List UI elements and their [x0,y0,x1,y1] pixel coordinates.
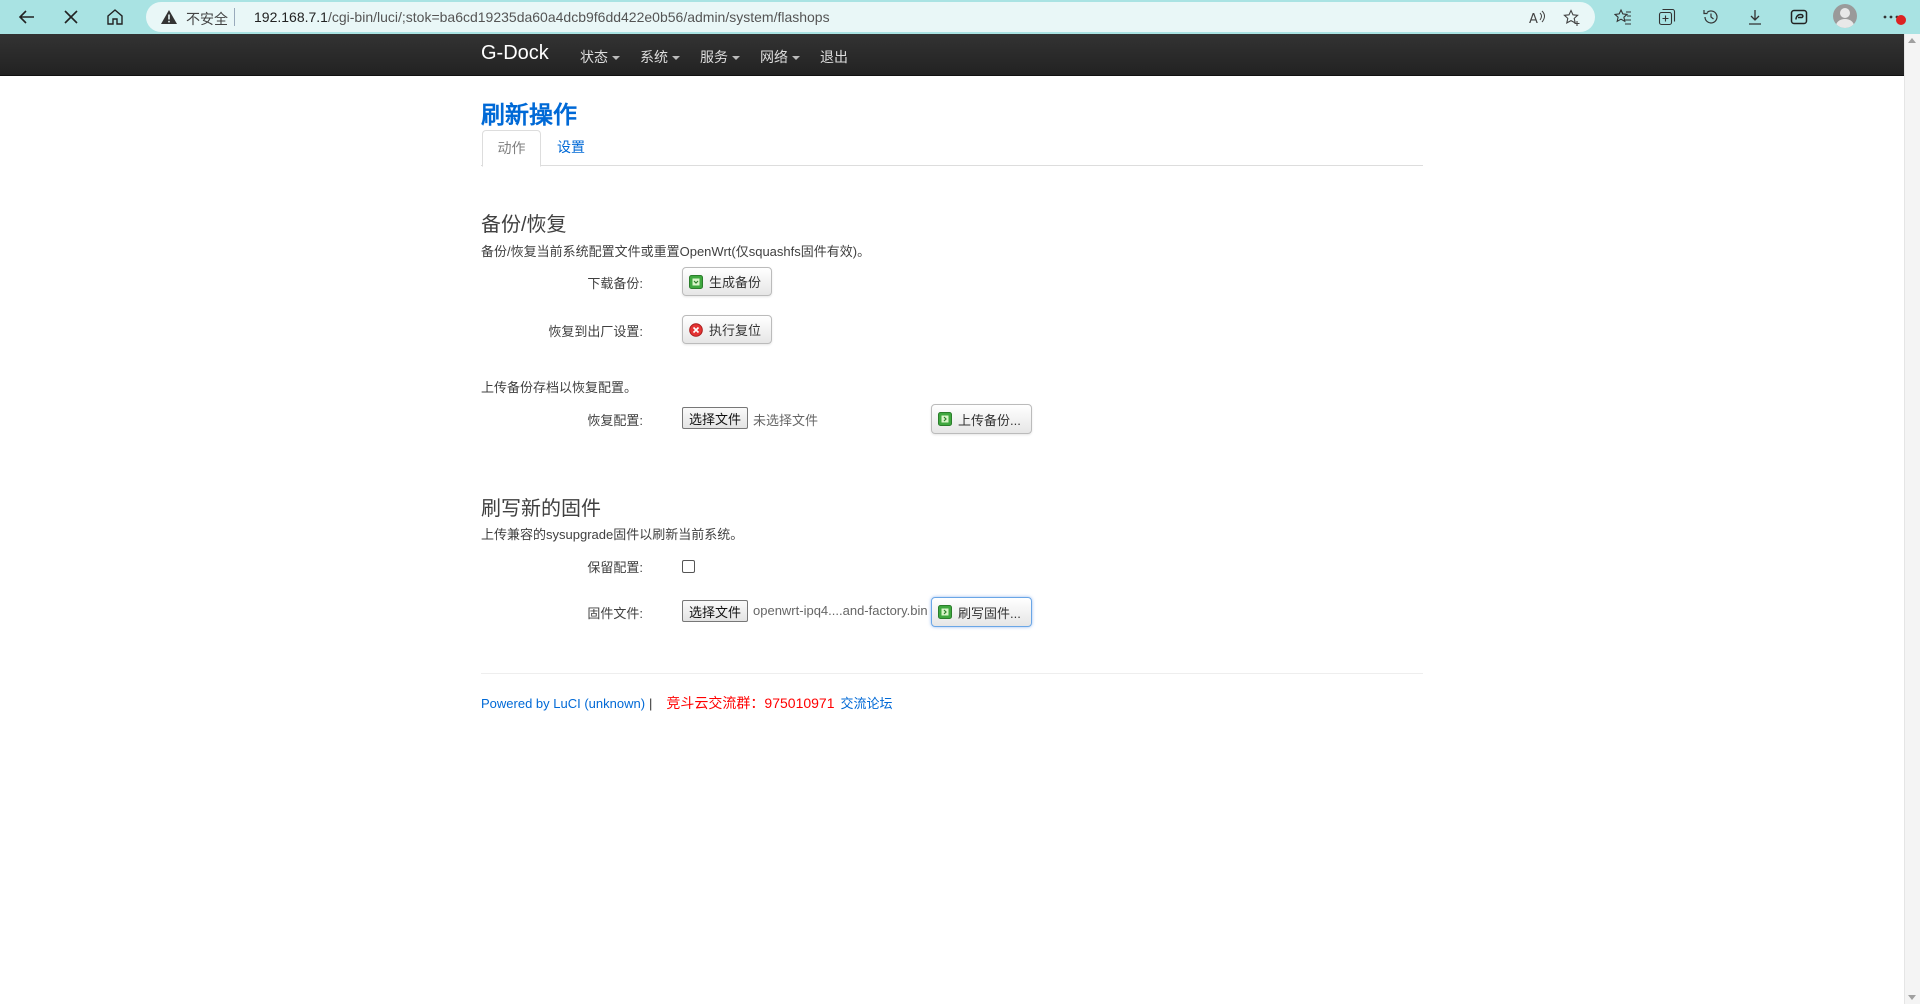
backup-file-name: 未选择文件 [753,413,819,428]
caret-down-icon [672,55,680,60]
choose-backup-file-button[interactable]: 选择文件 [682,407,749,429]
luci-link[interactable]: Powered by LuCI (unknown) [481,696,645,711]
profile-avatar[interactable] [1833,4,1857,28]
url-path: /cgi-bin/luci/;stok=ba6cd19235da60a4dcb9… [327,9,830,25]
caret-down-icon [732,55,740,60]
nav-item-system[interactable]: 系统 [640,47,680,67]
address-separator [234,8,235,26]
top-navbar: G-Dock 状态 系统 服务 网络 退出 [0,34,1905,76]
reset-icon [689,322,703,337]
favorites-icon[interactable] [1609,3,1637,31]
nav-item-logout[interactable]: 退出 [820,47,848,67]
edge-sidebar-icon[interactable] [1785,3,1813,31]
generate-backup-button[interactable]: 生成备份 [682,267,773,296]
caret-down-icon [612,55,620,60]
footer: Powered by LuCI (unknown) | 竞斗云交流群：9750109… [481,693,893,713]
flash-section-title: 刷写新的固件 [481,498,601,520]
keep-config-checkbox[interactable] [682,560,695,573]
tab-actions[interactable]: 动作 [482,130,541,167]
favorite-add-icon[interactable] [1561,7,1583,29]
notification-badge-icon [1896,15,1906,25]
address-bar[interactable]: 不安全 192.168.7.1/cgi-bin/luci/;stok=ba6cd… [146,2,1595,32]
collections-icon[interactable] [1653,3,1681,31]
nav-item-label: 退出 [820,49,848,65]
backup-section-title: 备份/恢复 [481,214,567,236]
nav-item-services[interactable]: 服务 [700,47,740,67]
nav-item-label: 服务 [700,49,728,65]
nav-item-label: 网络 [760,49,788,65]
nav-menu: 状态 系统 服务 网络 退出 [580,47,848,67]
nav-item-status[interactable]: 状态 [580,47,620,67]
svg-text:A: A [1529,12,1538,26]
stop-loading-icon[interactable] [56,2,86,32]
browser-toolbar: 不安全 192.168.7.1/cgi-bin/luci/;stok=ba6cd… [0,0,1920,34]
flash-icon [938,605,952,619]
flash-firmware-button[interactable]: 刷写固件... [931,597,1032,627]
qq-group-text: 竞斗云交流群：975010971 [666,695,835,711]
firmware-file-label: 固件文件: [587,606,643,621]
restore-config-label: 恢复配置: [587,413,643,428]
download-backup-label: 下载备份: [587,276,643,291]
home-icon[interactable] [100,2,130,32]
download-icon [689,274,703,289]
nav-item-label: 系统 [640,49,668,65]
downloads-icon[interactable] [1741,3,1769,31]
keep-config-label: 保留配置: [587,560,643,575]
warning-icon [160,9,178,28]
url-text[interactable]: 192.168.7.1/cgi-bin/luci/;stok=ba6cd1923… [254,9,830,25]
nav-item-network[interactable]: 网络 [760,47,800,67]
page-scrollbar[interactable] [1904,34,1920,1004]
flash-firmware-text: 刷写固件... [958,605,1021,621]
footer-divider [481,673,1423,674]
insecure-label[interactable]: 不安全 [186,9,228,29]
read-aloud-icon[interactable]: A [1527,7,1549,29]
factory-reset-label: 恢复到出厂设置: [548,324,643,339]
footer-separator: | [649,696,653,711]
factory-reset-button[interactable]: 执行复位 [682,315,773,344]
backup-section-description: 备份/恢复当前系统配置文件或重置OpenWrt(仅squashfs固件有效)。 [481,244,871,259]
scroll-down-icon[interactable] [1908,995,1916,1000]
firmware-file-name: openwrt-ipq4....and-factory.bin [753,603,928,618]
generate-backup-label: 生成备份 [709,275,762,290]
upload-icon [938,412,952,426]
upload-backup-text: 上传备份... [958,412,1021,428]
page-title: 刷新操作 [481,102,577,129]
scroll-up-icon[interactable] [1908,38,1916,43]
tab-bar: 动作 设置 [481,130,1423,167]
choose-firmware-file-button[interactable]: 选择文件 [682,600,749,622]
flash-section-description: 上传兼容的sysupgrade固件以刷新当前系统。 [481,527,744,542]
forum-link[interactable]: 交流论坛 [841,696,893,711]
back-arrow-icon[interactable] [12,2,42,32]
tab-settings[interactable]: 设置 [557,130,585,164]
brand-logo[interactable]: G-Dock [481,42,549,65]
url-host: 192.168.7.1 [254,9,328,25]
history-icon[interactable] [1697,3,1725,31]
nav-item-label: 状态 [580,49,608,65]
caret-down-icon [792,55,800,60]
upload-backup-description: 上传备份存档以恢复配置。 [481,380,638,395]
factory-reset-text: 执行复位 [709,323,762,338]
upload-backup-button[interactable]: 上传备份... [931,404,1032,434]
